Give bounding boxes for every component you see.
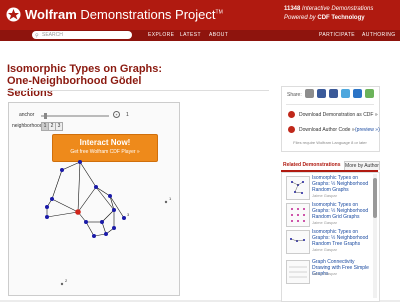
related-title-1[interactable]: Isomorphic Types on Graphs: ½ Neighborho…: [312, 175, 372, 193]
brand-bold: Wolfram: [25, 7, 77, 22]
related-author-3: Jaime Gaspar: [312, 247, 337, 252]
anchor-slider[interactable]: [41, 115, 109, 117]
delicious-icon[interactable]: [317, 89, 326, 98]
related-thumb-3[interactable]: [286, 230, 310, 254]
anchor-slider-thumb[interactable]: [44, 113, 48, 119]
share-label: Share:: [287, 92, 302, 98]
search-placeholder: SEARCH: [42, 32, 63, 38]
email-icon[interactable]: [305, 89, 314, 98]
powered-by: Powered by: [284, 15, 316, 21]
digg-icon[interactable]: [365, 89, 374, 98]
title-divider: [7, 90, 269, 91]
related-title-3[interactable]: Isomorphic Types on Graphs: ½ Neighborho…: [312, 229, 372, 247]
related-author-1: Jaime Gaspar: [312, 193, 337, 198]
neighborhood-option-3[interactable]: 3: [55, 122, 63, 131]
trademark: TM: [215, 9, 223, 16]
cdf-technology: CDF Technology: [317, 15, 365, 21]
neighborhood-label: neighborhood: [12, 123, 43, 129]
wolfram-logo-icon[interactable]: [6, 7, 21, 22]
get-cdf-player-label: Get free Wolfram CDF Player »: [70, 149, 140, 155]
share-divider: [286, 104, 374, 105]
files-require-note: Files require Wolfram Language 8 or late…: [293, 140, 367, 145]
tagline-text: Interactive Demonstrations: [302, 6, 374, 12]
demo-count: 11348: [284, 6, 301, 12]
tab-more-by-author[interactable]: More by Author: [344, 161, 380, 170]
nav-about[interactable]: ABOUT: [209, 32, 228, 38]
related-author-2: Jaime Gaspar: [312, 220, 337, 225]
download-code-icon[interactable]: [288, 126, 295, 133]
download-demo-link[interactable]: Download Demonstration as CDF »: [299, 112, 378, 118]
nav-participate[interactable]: PARTICIPATE: [319, 32, 355, 38]
stumbleupon-icon[interactable]: [353, 89, 362, 98]
search-input[interactable]: ⚲ SEARCH: [32, 31, 132, 39]
nav-authoring[interactable]: AUTHORING: [362, 32, 396, 38]
related-title-2[interactable]: Isomorphic Types on Graphs: ½ Neighborho…: [312, 202, 372, 220]
related-thumb-1[interactable]: [286, 176, 310, 200]
brand-rest: Demonstrations Project: [80, 7, 216, 22]
tab-related[interactable]: Related Demonstrations: [283, 162, 341, 168]
nav-explore[interactable]: EXPLORE: [148, 32, 174, 38]
anchor-label: anchor: [19, 112, 35, 118]
download-code-link[interactable]: Download Author Code »: [299, 127, 355, 133]
search-icon: ⚲: [35, 33, 39, 39]
anchor-expand-icon[interactable]: +: [113, 111, 120, 118]
related-scrollbar-thumb[interactable]: [373, 178, 377, 218]
twitter-icon[interactable]: [341, 89, 350, 98]
anchor-value: 1: [126, 112, 129, 118]
tagline: 11348 Interactive Demonstrations Powered…: [284, 5, 373, 23]
interact-now-button[interactable]: Interact Now! Get free Wolfram CDF Playe…: [52, 134, 158, 162]
site-title[interactable]: Wolfram Demonstrations ProjectTM: [25, 7, 223, 22]
download-demo-icon[interactable]: [288, 111, 295, 118]
related-author-4: Jaime Gaspar: [312, 271, 337, 276]
interact-now-label: Interact Now!: [79, 138, 131, 147]
nav-latest[interactable]: LATEST: [180, 32, 201, 38]
code-preview-link[interactable]: (preview »): [355, 127, 380, 133]
page-title: Isomorphic Types on Graphs: One-Neighbor…: [7, 63, 163, 99]
related-thumb-4[interactable]: [286, 260, 310, 284]
facebook-icon[interactable]: [329, 89, 338, 98]
related-thumb-2[interactable]: [286, 203, 310, 227]
demo-panel[interactable]: [8, 102, 180, 296]
